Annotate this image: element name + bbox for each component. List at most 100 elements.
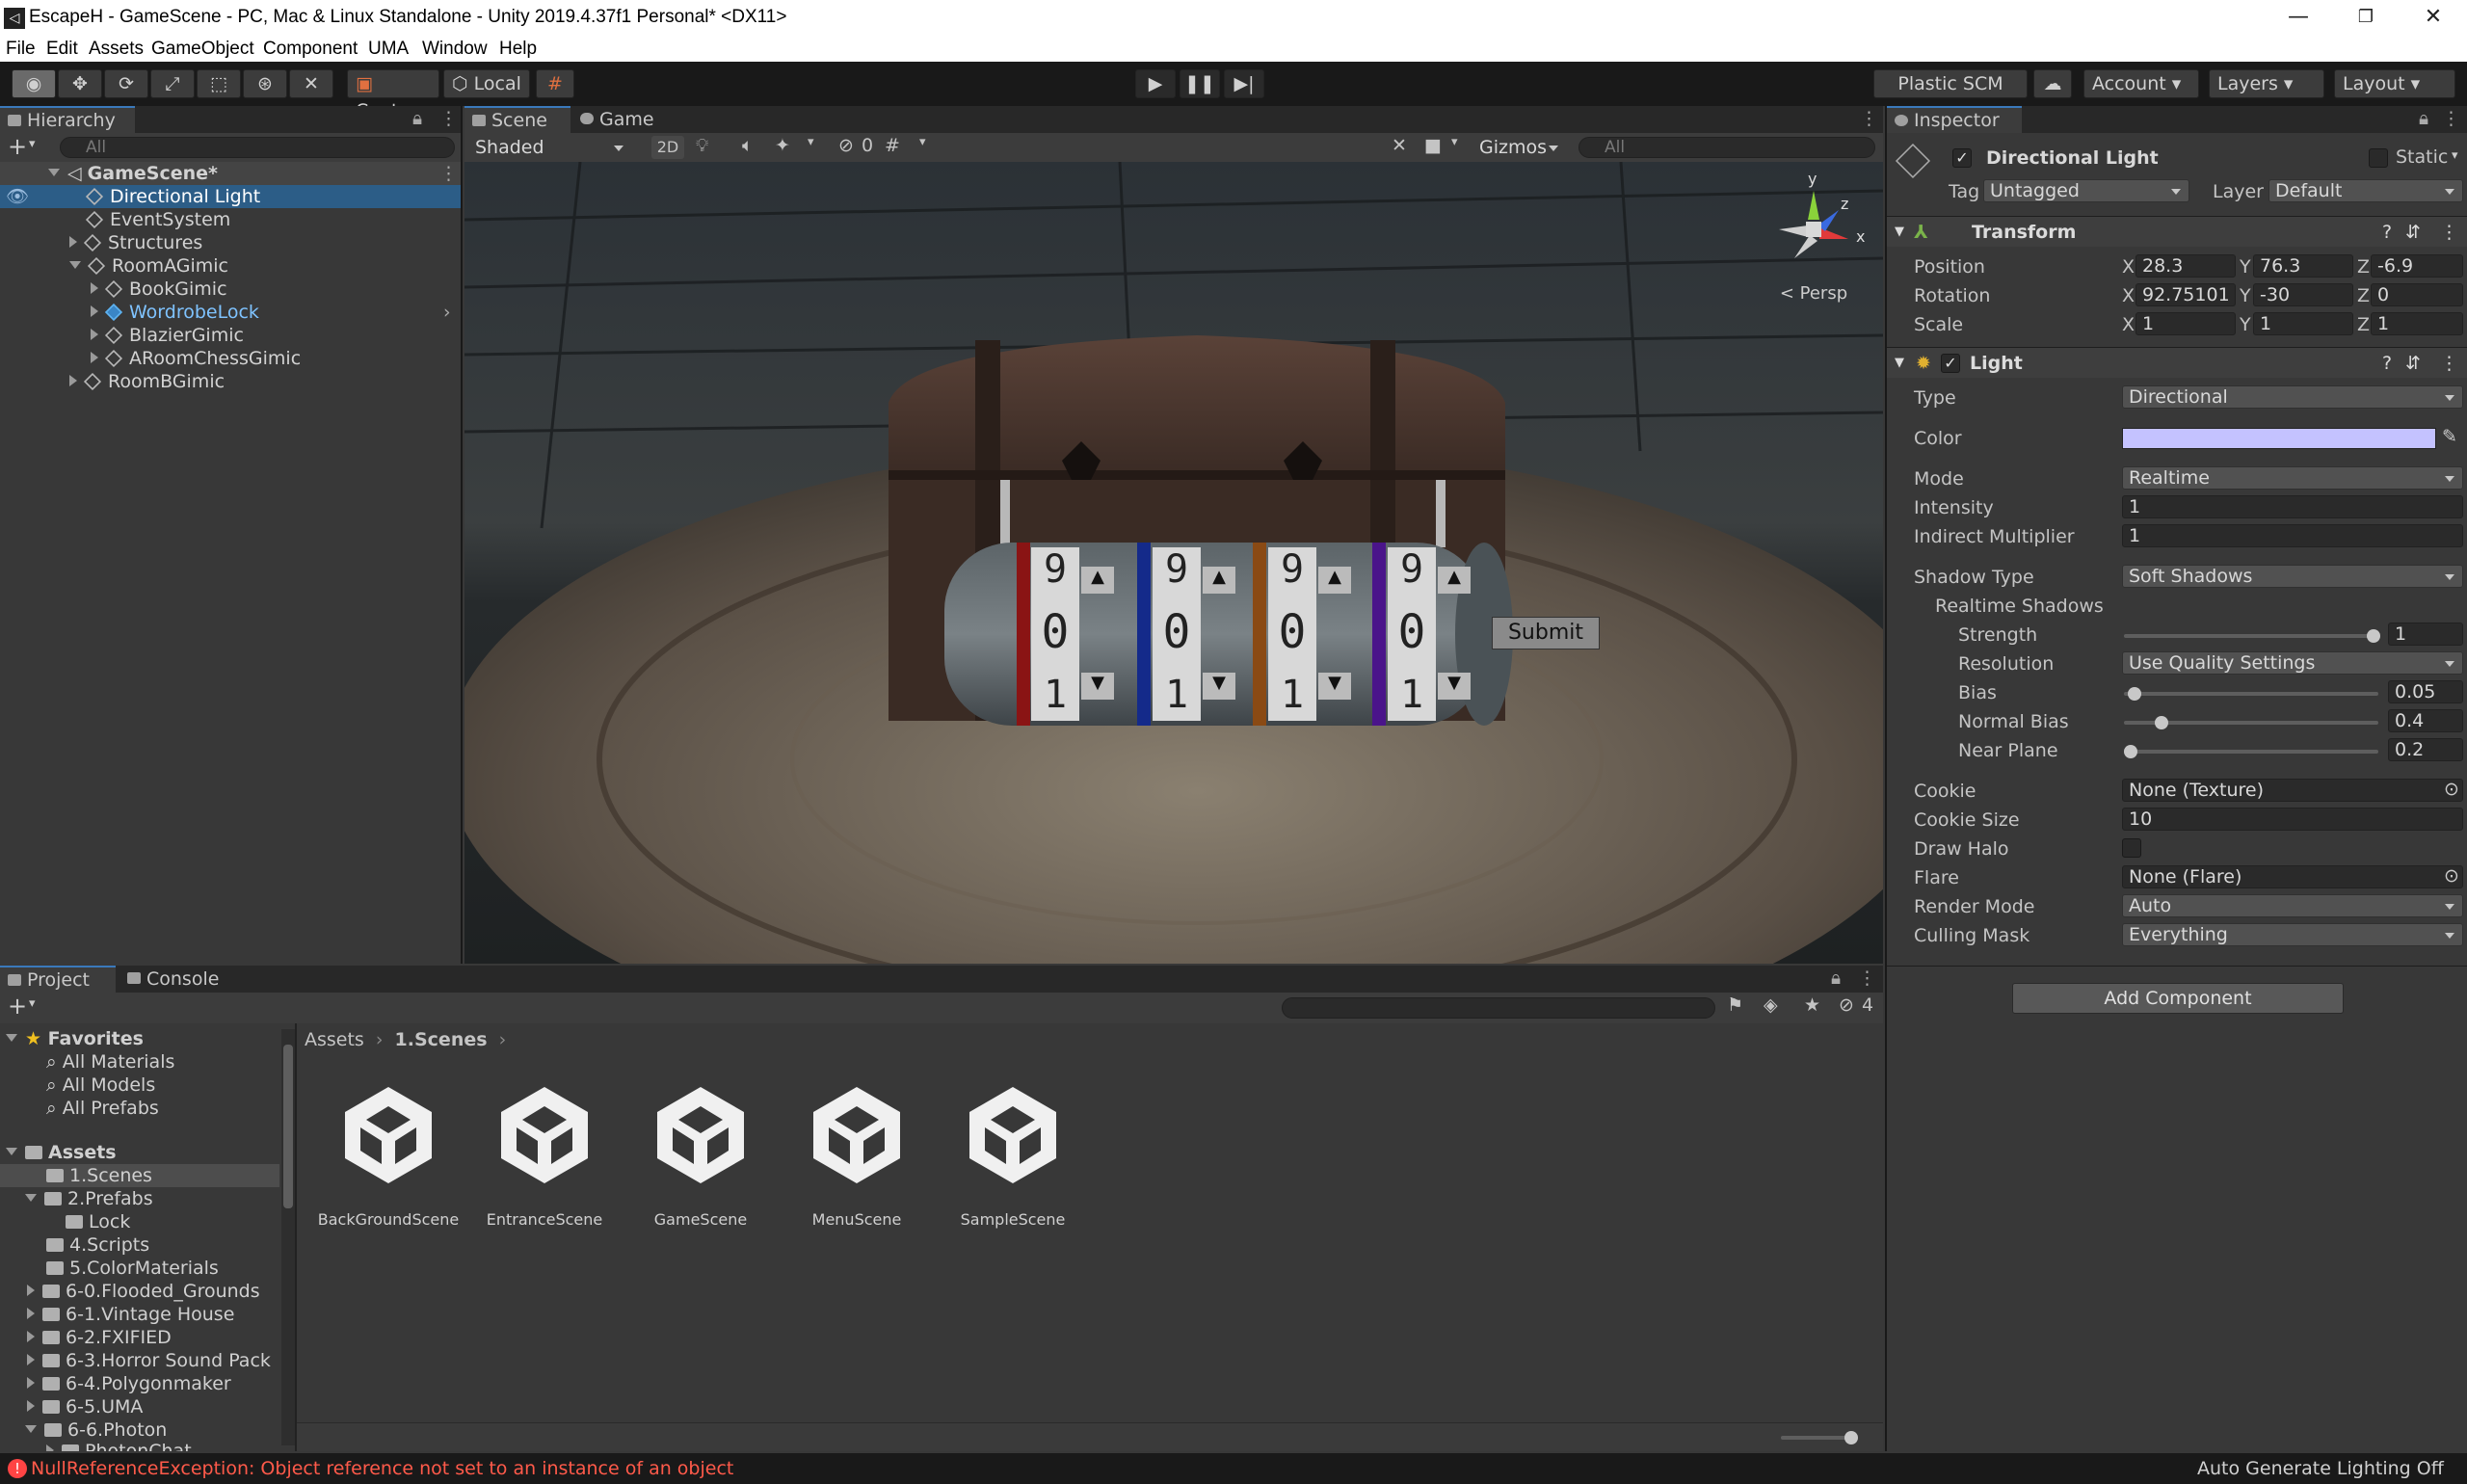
expand-arrow-icon[interactable] [91,329,98,340]
normal-bias-field[interactable]: 0.4 [2388,709,2463,732]
more-icon[interactable]: ⋮ [2442,108,2460,129]
hierarchy-row-aroomchessgimic[interactable]: ARoomChessGimic [0,347,461,370]
dial-4-up-button[interactable]: ▲ [1438,567,1471,594]
folder-row-lock[interactable]: Lock [66,1210,130,1233]
menu-gameobject[interactable]: GameObject [151,39,254,60]
gizmos-dropdown[interactable]: Gizmos [1472,136,1567,159]
culling-mask-dropdown[interactable]: Everything [2122,923,2463,946]
bias-field[interactable]: 0.05 [2388,680,2463,703]
shading-mode-dropdown[interactable]: Shaded [468,136,632,159]
menu-edit[interactable]: Edit [46,39,78,60]
more-icon[interactable]: ⋮ [1858,967,1876,989]
chevron-down-icon[interactable]: ▼ [1895,217,1904,248]
scale-tool-button[interactable]: ⤢ [150,69,195,98]
step-button[interactable]: ▶| [1224,69,1264,98]
hierarchy-search-input[interactable]: All [60,137,455,158]
tools-icon[interactable]: ✕ [1392,135,1407,156]
visibility-eye-icon[interactable]: 👁︎ [6,185,29,208]
folder-row-scenes[interactable]: 1.Scenes [0,1164,279,1187]
resolution-dropdown[interactable]: Use Quality Settings [2122,651,2463,675]
static-checkbox[interactable] [2369,148,2388,168]
rotate-tool-button[interactable]: ⟳ [104,69,148,98]
add-component-button[interactable]: Add Component [2012,983,2344,1014]
favorite-item[interactable]: ⌕ All Materials [46,1050,174,1073]
dial-1-down-button[interactable]: ▼ [1081,673,1114,700]
tab-game[interactable]: Game [572,106,669,133]
hierarchy-row-structures[interactable]: Structures [0,231,461,254]
menu-assets[interactable]: Assets [89,39,144,60]
chevron-right-icon[interactable]: › [443,301,451,324]
favorites-row[interactable]: ★ Favorites [6,1027,144,1050]
asset-tile[interactable]: EntranceScene [472,1081,617,1235]
tab-hierarchy[interactable]: Hierarchy [0,106,135,133]
expand-arrow-icon[interactable] [27,1285,35,1296]
move-tool-button[interactable]: ✥ [58,69,102,98]
tag-dropdown[interactable]: Untagged [1983,179,2189,202]
dial-3-up-button[interactable]: ▲ [1318,567,1351,594]
pivot-center-button[interactable]: ▣ Center [347,69,439,121]
menu-help[interactable]: Help [499,39,537,60]
scale-x-field[interactable]: 1 [2135,312,2236,335]
chevron-down-icon[interactable]: ▾ [919,135,926,149]
object-picker-icon[interactable]: ⊙ [2444,779,2459,800]
dial-3-down-button[interactable]: ▼ [1318,673,1351,700]
cookie-size-field[interactable]: 10 [2122,808,2463,831]
rect-tool-button[interactable]: ⬚ [197,69,241,98]
breadcrumb-assets[interactable]: Assets [305,1029,364,1050]
expand-arrow-icon[interactable] [69,375,77,386]
chevron-down-icon[interactable]: ▾ [29,137,36,151]
scene-viewport[interactable]: 9 0 1 ▲ ▼ 9 0 1 ▲ ▼ 9 0 1 ▲ ▼ 9 0 1 ▲ ▼ … [464,162,1883,964]
tab-scene[interactable]: Scene [464,106,570,133]
menu-window[interactable]: Window [422,39,488,60]
tree-scrollbar[interactable] [281,1029,295,1445]
folder-row-horror-sound[interactable]: 6-3.Horror Sound Pack [27,1349,271,1372]
layers-dropdown[interactable]: Layers ▾ [2209,69,2324,98]
flare-field[interactable]: None (Flare) [2122,865,2463,888]
shadow-type-dropdown[interactable]: Soft Shadows [2122,565,2463,588]
folder-row-photonchat[interactable]: PhotonChat [46,1440,192,1451]
chevron-down-icon[interactable]: ▾ [2452,148,2458,163]
cookie-field[interactable]: None (Texture) [2122,779,2463,802]
menu-file[interactable]: File [6,39,36,60]
expand-arrow-icon[interactable] [25,1194,37,1202]
folder-row-polygonmaker[interactable]: 6-4.Polygonmaker [27,1372,231,1395]
submit-button[interactable]: Submit [1492,617,1600,649]
light-color-swatch[interactable] [2122,428,2436,449]
help-icon[interactable]: ? [2382,348,2392,379]
position-y-field[interactable]: 76.3 [2253,254,2353,278]
expand-arrow-icon[interactable] [27,1331,35,1342]
dial-1-up-button[interactable]: ▲ [1081,567,1114,594]
intensity-field[interactable]: 1 [2122,495,2463,518]
filter-type-icon[interactable]: ⚑ [1727,994,1743,1016]
light-enabled-checkbox[interactable]: ✓ [1941,354,1960,373]
hierarchy-row-wordrobelock[interactable]: WordrobeLock › [0,301,461,324]
audio-icon[interactable]: 🔈︎ [742,135,753,156]
draw-halo-checkbox[interactable] [2122,838,2141,858]
dial-4-down-button[interactable]: ▼ [1438,673,1471,700]
expand-arrow-icon[interactable] [69,236,77,248]
dial-2-up-button[interactable]: ▲ [1203,567,1235,594]
render-mode-dropdown[interactable]: Auto [2122,894,2463,917]
normal-bias-slider-handle[interactable] [2155,716,2168,729]
layout-dropdown[interactable]: Layout ▾ [2334,69,2455,98]
active-checkbox[interactable]: ✓ [1952,148,1972,168]
preset-icon[interactable]: ⇵ [2405,348,2421,379]
hierarchy-row-roombgimic[interactable]: RoomBGimic [0,370,461,393]
hierarchy-row-eventsystem[interactable]: EventSystem [0,208,461,231]
hierarchy-row-directional-light[interactable]: 👁︎ Directional Light [0,185,461,208]
assets-row[interactable]: Assets [6,1141,117,1164]
2d-toggle[interactable]: 2D [651,136,684,159]
asset-tile[interactable]: SampleScene [941,1081,1085,1235]
lock-icon[interactable]: 🔒︎ [412,108,422,129]
rotation-z-field[interactable]: 0 [2371,283,2463,306]
effects-icon[interactable]: ✦ [775,135,790,156]
folder-row-flooded-grounds[interactable]: 6-0.Flooded_Grounds [27,1280,260,1303]
menu-uma[interactable]: UMA [368,39,409,60]
maximize-button[interactable]: ❐ [2332,0,2400,37]
preset-icon[interactable]: ⇵ [2405,217,2421,248]
orientation-gizmo[interactable]: y z x < Persp [1756,170,1871,316]
folder-row-vintage-house[interactable]: 6-1.Vintage House [27,1303,234,1326]
near-plane-slider-handle[interactable] [2124,745,2137,758]
scale-z-field[interactable]: 1 [2371,312,2463,335]
chevron-down-icon[interactable]: ▼ [1895,348,1904,379]
